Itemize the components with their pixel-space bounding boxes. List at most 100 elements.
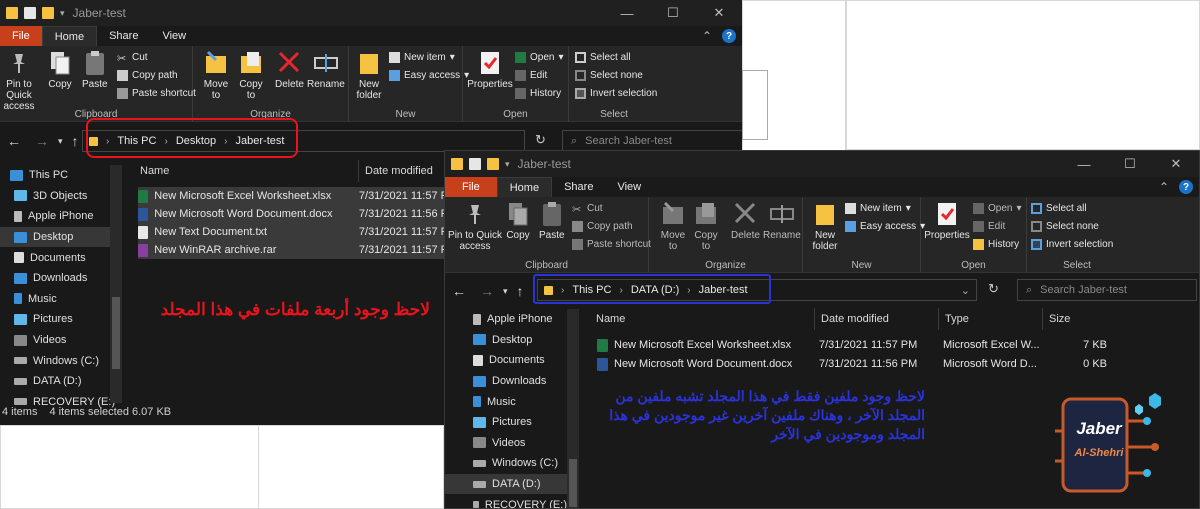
tab-view[interactable]: View — [605, 177, 653, 197]
rename-button[interactable]: Rename — [307, 50, 345, 90]
scroll-thumb[interactable] — [112, 297, 120, 369]
copy-button[interactable]: Copy — [48, 50, 72, 90]
paste-button[interactable]: Paste — [539, 201, 565, 241]
file-row[interactable]: New Text Document.txt 7/31/2021 11:57 P — [138, 223, 448, 241]
nav-scrollbar[interactable] — [110, 165, 122, 403]
tab-share[interactable]: Share — [552, 177, 605, 197]
delete-button[interactable]: Delete — [275, 50, 304, 90]
minimize-icon[interactable]: — — [1061, 151, 1107, 177]
nav-item[interactable]: Desktop — [0, 226, 122, 248]
invert-selection-button[interactable]: Invert selection — [1031, 239, 1113, 250]
nav-item[interactable]: Desktop — [445, 330, 567, 351]
nav-item[interactable]: DATA (D:) — [0, 371, 122, 392]
nav-item[interactable]: Downloads — [0, 268, 122, 289]
customize-toolbar-icon[interactable]: ▾ — [60, 8, 65, 19]
scroll-thumb[interactable] — [569, 459, 577, 507]
copy-path-button[interactable]: Copy path — [572, 221, 633, 232]
forward-arrow-icon[interactable]: → — [480, 283, 494, 299]
new-folder-icon[interactable] — [487, 158, 499, 170]
minimize-icon[interactable]: — — [604, 0, 650, 26]
tab-file[interactable]: File — [445, 177, 497, 197]
file-row[interactable]: New Microsoft Word Document.docx 7/31/20… — [138, 205, 448, 223]
maximize-icon[interactable]: ☐ — [1107, 151, 1153, 177]
new-item-button[interactable]: New item ▾ — [845, 203, 911, 214]
refresh-icon[interactable]: ↻ — [535, 132, 546, 148]
help-icon[interactable]: ? — [1179, 180, 1193, 194]
select-none-button[interactable]: Select none — [575, 70, 643, 81]
tab-share[interactable]: Share — [97, 26, 150, 46]
copy-to-button[interactable]: Copy to — [236, 50, 266, 101]
nav-item[interactable]: RECOVERY (E:) — [445, 494, 567, 508]
column-name[interactable]: Name — [590, 308, 815, 330]
select-all-button[interactable]: Select all — [1031, 203, 1087, 214]
invert-selection-button[interactable]: Invert selection — [575, 88, 657, 99]
file-row[interactable]: New Microsoft Excel Worksheet.xlsx 7/31/… — [597, 336, 1107, 354]
new-item-button[interactable]: New item ▾ — [389, 52, 455, 63]
copy-to-button[interactable]: Copy to — [691, 201, 721, 252]
file-row[interactable]: New Microsoft Excel Worksheet.xlsx 7/31/… — [138, 187, 448, 205]
move-to-button[interactable]: Move to — [658, 201, 688, 252]
rename-button[interactable]: Rename — [763, 201, 801, 241]
tab-home[interactable]: Home — [41, 26, 98, 46]
close-icon[interactable]: ✕ — [1153, 151, 1199, 177]
pin-quick-access-button[interactable]: Pin to Quick access — [0, 50, 40, 112]
edit-button[interactable]: Edit — [973, 221, 1005, 232]
copy-path-button[interactable]: Copy path — [117, 70, 178, 81]
properties-check-icon[interactable] — [24, 7, 36, 19]
new-folder-icon[interactable] — [42, 7, 54, 19]
forward-arrow-icon[interactable]: → — [35, 133, 49, 149]
help-icon[interactable]: ? — [722, 29, 736, 43]
recent-locations-icon[interactable]: ▾ — [58, 136, 63, 147]
file-row[interactable]: New WinRAR archive.rar 7/31/2021 11:57 P — [138, 241, 448, 259]
nav-item[interactable]: Music — [445, 391, 567, 412]
new-folder-button[interactable]: New folder — [353, 50, 385, 101]
new-folder-button[interactable]: New folder — [807, 201, 843, 252]
nav-item[interactable]: Downloads — [445, 371, 567, 392]
up-arrow-icon[interactable]: ↑ — [517, 283, 524, 299]
cut-button[interactable]: ✂ Cut — [572, 203, 603, 216]
nav-item[interactable]: Music — [0, 289, 122, 310]
file-row[interactable]: New Microsoft Word Document.docx 7/31/20… — [597, 355, 1107, 373]
nav-item[interactable]: Pictures — [445, 412, 567, 433]
nav-item[interactable]: 3D Objects — [0, 186, 122, 207]
refresh-icon[interactable]: ↻ — [988, 281, 999, 297]
tab-home[interactable]: Home — [496, 177, 553, 197]
nav-item[interactable]: Videos — [445, 433, 567, 454]
back-arrow-icon[interactable]: ← — [452, 283, 466, 299]
open-button[interactable]: Open ▾ — [973, 203, 1022, 214]
paste-shortcut-button[interactable]: Paste shortcut — [572, 239, 651, 250]
column-date-modified[interactable]: Date modified — [359, 160, 449, 182]
properties-button[interactable]: Properties — [924, 201, 970, 241]
nav-item[interactable]: Windows (C:) — [445, 453, 567, 474]
maximize-icon[interactable]: ☐ — [650, 0, 696, 26]
edit-button[interactable]: Edit — [515, 70, 547, 81]
delete-button[interactable]: Delete — [731, 201, 760, 241]
paste-shortcut-button[interactable]: Paste shortcut — [117, 88, 196, 99]
paste-button[interactable]: Paste — [82, 50, 108, 90]
nav-item[interactable]: Documents — [0, 247, 122, 268]
close-icon[interactable]: ✕ — [696, 0, 742, 26]
up-arrow-icon[interactable]: ↑ — [72, 133, 79, 149]
column-name[interactable]: Name — [134, 160, 359, 182]
easy-access-button[interactable]: Easy access ▾ — [389, 70, 469, 81]
tab-file[interactable]: File — [0, 26, 42, 46]
recent-locations-icon[interactable]: ▾ — [503, 286, 508, 297]
nav-item[interactable]: Pictures — [0, 309, 122, 330]
history-button[interactable]: History — [973, 239, 1019, 250]
easy-access-button[interactable]: Easy access ▾ — [845, 221, 925, 232]
nav-item[interactable]: Apple iPhone — [445, 309, 567, 330]
column-type[interactable]: Type — [939, 308, 1043, 330]
select-all-button[interactable]: Select all — [575, 52, 631, 63]
nav-item[interactable]: Documents — [445, 350, 567, 371]
nav-item[interactable]: DATA (D:) — [445, 473, 567, 495]
search-input[interactable]: ⌕ Search Jaber-test — [1017, 279, 1197, 301]
copy-button[interactable]: Copy — [506, 201, 530, 241]
select-none-button[interactable]: Select none — [1031, 221, 1099, 232]
nav-item[interactable]: Videos — [0, 330, 122, 351]
properties-button[interactable]: Properties — [467, 50, 513, 90]
search-input[interactable]: ⌕ Search Jaber-test — [562, 130, 742, 152]
nav-item[interactable]: Windows (C:) — [0, 350, 122, 371]
nav-item[interactable]: This PC — [0, 165, 122, 186]
collapse-ribbon-icon[interactable]: ⌃ — [1159, 180, 1169, 194]
pin-quick-access-button[interactable]: Pin to Quick access — [448, 201, 502, 252]
